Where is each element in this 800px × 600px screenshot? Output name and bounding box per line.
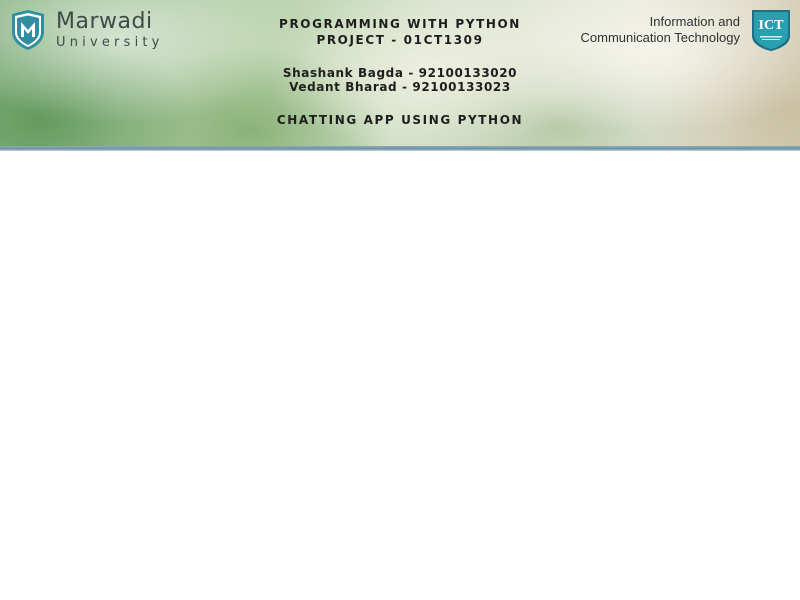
department-name: Information and Communication Technology (581, 14, 740, 46)
shield-logo-icon (12, 10, 44, 50)
ict-badge-icon: ICT (752, 10, 790, 51)
title-banner: Marwadi University PROGRAMMING WITH PYTH… (0, 0, 800, 148)
member-2: Vedant Bharad - 92100133023 (289, 80, 511, 94)
project-info: PROGRAMMING WITH PYTHON PROJECT - 01CT13… (250, 16, 550, 128)
university-subtitle: University (56, 35, 164, 50)
ict-badge-text: ICT (759, 18, 785, 33)
project-title: CHATTING APP USING PYTHON (276, 113, 524, 127)
marwadi-university-logo: Marwadi University (10, 10, 164, 50)
ict-department-logo: Information and Communication Technology… (581, 8, 792, 52)
department-line-1: Information and (649, 14, 740, 29)
team-members: Shashank Bagda - 92100133020 Vedant Bhar… (250, 66, 550, 94)
university-name: Marwadi (56, 9, 153, 34)
member-1: Shashank Bagda - 92100133020 (282, 66, 518, 80)
slide-body (0, 151, 800, 600)
course-title: PROGRAMMING WITH PYTHON (279, 17, 521, 31)
department-line-2: Communication Technology (580, 30, 740, 45)
course-code: PROJECT - 01CT1309 (316, 33, 484, 47)
